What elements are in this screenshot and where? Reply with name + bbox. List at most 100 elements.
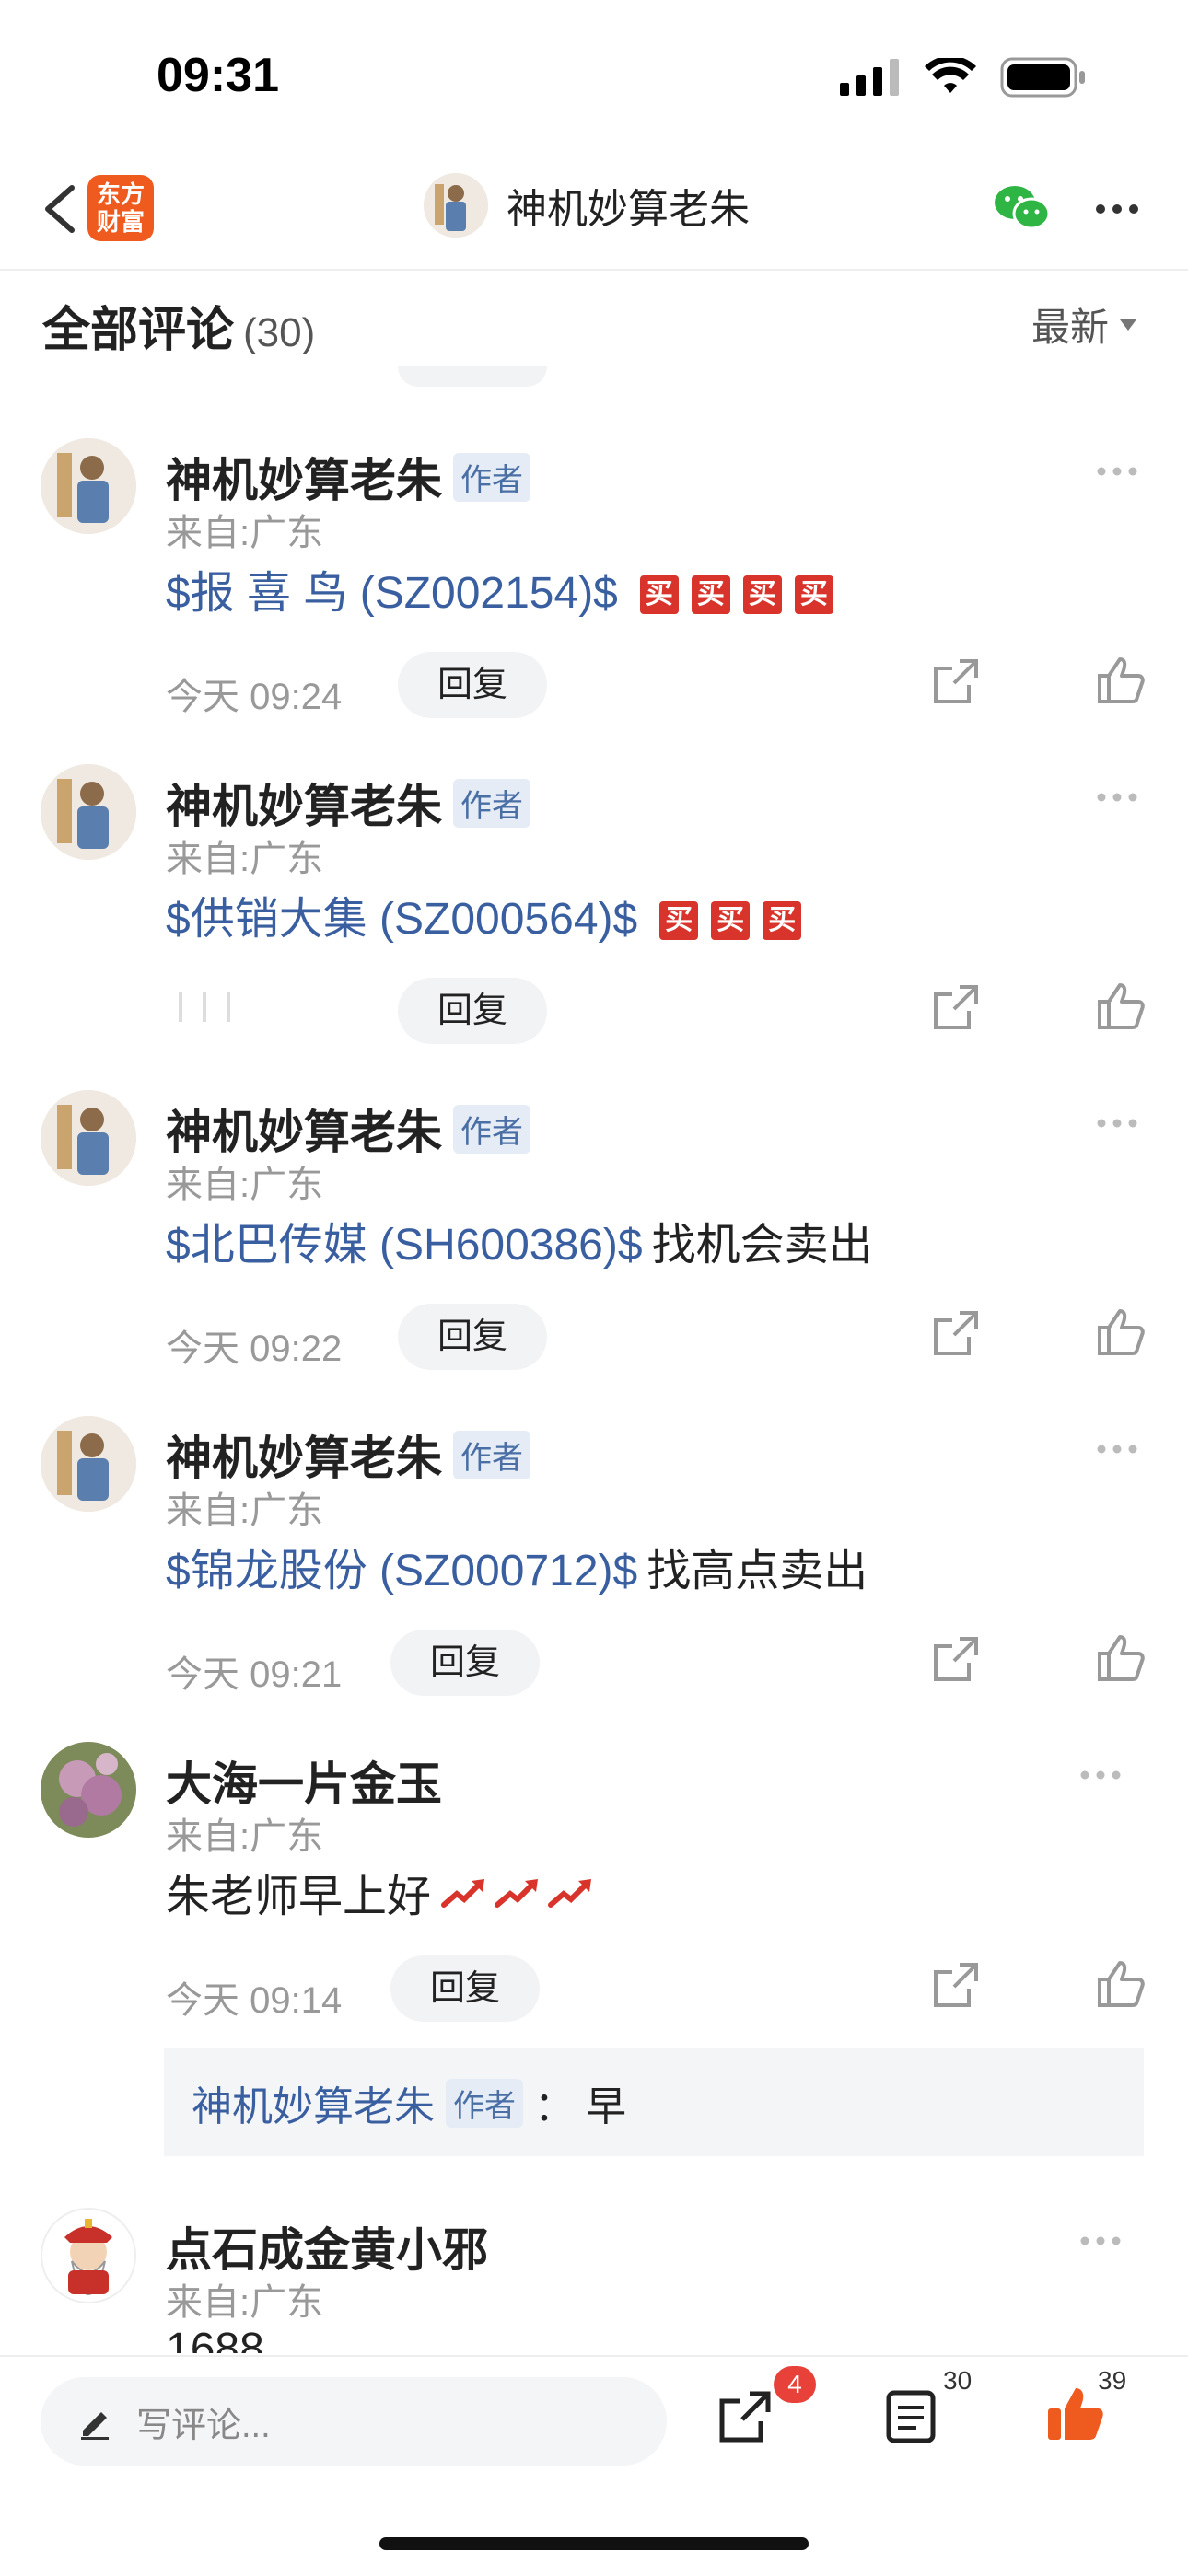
- user-avatar[interactable]: [41, 1742, 136, 1838]
- buy-emoji-group: 买买买: [646, 889, 802, 940]
- stock-link[interactable]: $锦龙股份 (SZ000712)$: [166, 1534, 637, 1598]
- reply-button[interactable]: 回复: [398, 652, 547, 718]
- author-avatar[interactable]: [41, 438, 136, 534]
- comments-count: (30): [243, 310, 316, 355]
- comment-content: $报 喜 鸟 (SZ002154)$ 买买买买: [166, 556, 833, 621]
- comment-location: 来自:广东: [166, 839, 324, 879]
- thumbs-up-icon[interactable]: [1096, 1959, 1146, 2009]
- nav-bar: 东方 财富 神机妙算老朱: [0, 147, 1188, 271]
- comment-username[interactable]: 大海一片金玉: [166, 1747, 442, 1814]
- comment-time: 今天 09:24: [166, 677, 343, 717]
- reply-button[interactable]: 回复: [398, 978, 547, 1044]
- comment-text: 找机会卖出: [651, 1221, 873, 1270]
- comment-username[interactable]: 神机妙算老朱 作者: [166, 770, 530, 836]
- comments-title: 全部评论: [42, 304, 235, 357]
- comment-content: 1688: [166, 2324, 264, 2353]
- thumbs-up-icon[interactable]: [1096, 656, 1146, 705]
- share-count-badge: 4: [774, 2366, 816, 2403]
- share-icon[interactable]: [932, 1961, 980, 2009]
- share-icon[interactable]: [932, 1309, 980, 1357]
- comment-more-icon[interactable]: [1096, 466, 1138, 477]
- author-avatar[interactable]: [41, 1416, 136, 1512]
- nav-title: 神机妙算老朱: [507, 187, 750, 232]
- buy-emoji-group: 买买买买: [627, 563, 833, 614]
- thumbs-up-icon[interactable]: [1096, 1633, 1146, 1683]
- comment-more-icon[interactable]: [1079, 2235, 1122, 2246]
- comment-location: 来自:广东: [166, 1165, 324, 1205]
- comment-username[interactable]: 神机妙算老朱 作者: [166, 444, 530, 510]
- reply-button[interactable]: 回复: [390, 1955, 540, 2022]
- rising-arrow-icon: [441, 1879, 485, 1908]
- author-tag: 作者: [453, 1430, 530, 1479]
- caret-down-icon: [1120, 319, 1136, 331]
- stock-link[interactable]: $报 喜 鸟 (SZ002154)$: [166, 556, 618, 621]
- comment-username[interactable]: 神机妙算老朱 作者: [166, 1421, 530, 1488]
- buy-emoji: 买: [794, 574, 833, 614]
- buy-emoji: 买: [659, 900, 699, 940]
- author-avatar[interactable]: [41, 1090, 136, 1186]
- status-icons: [840, 57, 1087, 98]
- comment-time: 今天 09:21: [166, 1654, 343, 1695]
- share-icon[interactable]: [718, 2390, 772, 2443]
- signal-icon: [840, 59, 899, 96]
- author-avatar[interactable]: [41, 764, 136, 860]
- comment-more-icon[interactable]: [1096, 792, 1138, 803]
- comment-content: $供销大集 (SZ000564)$ 买买买: [166, 882, 802, 946]
- share-icon[interactable]: [932, 657, 980, 705]
- share-icon[interactable]: [932, 983, 980, 1031]
- rising-arrow-icon: [548, 1879, 592, 1908]
- stock-link[interactable]: $供销大集 (SZ000564)$: [166, 882, 637, 946]
- thumbs-up-filled-icon[interactable]: [1046, 2385, 1105, 2443]
- sub-reply-separator: ：: [534, 2084, 575, 2129]
- wifi-icon: [925, 58, 976, 93]
- author-tag: 作者: [446, 2078, 523, 2128]
- comment-more-icon[interactable]: [1079, 1770, 1122, 1781]
- comment-location: 来自:广东: [166, 1491, 324, 1531]
- comment-more-icon[interactable]: [1096, 1444, 1138, 1455]
- eastmoney-logo[interactable]: 东方 财富: [87, 175, 154, 241]
- home-indicator: [379, 2537, 809, 2550]
- wechat-icon[interactable]: [993, 184, 1050, 232]
- like-count: 39: [1098, 2366, 1127, 2395]
- battery-icon: [1000, 57, 1085, 98]
- author-tag: 作者: [453, 452, 530, 502]
- comment-content: $锦龙股份 (SZ000712)$ 找高点卖出: [166, 1534, 868, 1598]
- comment-text: 找高点卖出: [646, 1547, 868, 1595]
- buy-emoji: 买: [742, 574, 782, 614]
- share-icon[interactable]: [932, 1635, 980, 1683]
- nav-author[interactable]: 神机妙算老朱: [424, 173, 750, 238]
- sort-dropdown[interactable]: 最新: [1031, 296, 1136, 353]
- comment-list-icon[interactable]: [886, 2390, 936, 2443]
- rising-arrow-emoji-group: [440, 1874, 595, 1910]
- thumbs-up-icon[interactable]: [1096, 1307, 1146, 1357]
- back-chevron-icon[interactable]: [35, 177, 90, 241]
- reply-button[interactable]: 回复: [398, 1304, 547, 1370]
- reply-button[interactable]: 回复: [390, 1630, 540, 1696]
- comment-location: 来自:广东: [166, 1816, 324, 1857]
- buy-emoji: 买: [691, 574, 730, 614]
- comment-text: 1688: [166, 2325, 264, 2353]
- comment-time: 今天 09:22: [166, 1329, 343, 1369]
- comment-username[interactable]: 神机妙算老朱 作者: [166, 1096, 530, 1162]
- loading-placeholder: [175, 989, 239, 1030]
- sub-reply-text: 早: [586, 2084, 626, 2129]
- thumbs-up-icon[interactable]: [1096, 981, 1146, 1031]
- author-tag: 作者: [453, 778, 530, 828]
- comment-input-placeholder: 写评论...: [136, 2406, 271, 2445]
- status-time: 09:31: [157, 49, 279, 102]
- buy-emoji: 买: [711, 900, 751, 940]
- sub-reply[interactable]: 神机妙算老朱 作者 ： 早: [164, 2048, 1144, 2156]
- author-tag: 作者: [453, 1104, 530, 1154]
- comments-header: 全部评论 (30): [42, 291, 315, 360]
- comment-content: $北巴传媒 (SH600386)$ 找机会卖出: [166, 1208, 873, 1272]
- comment-content: 朱老师早上好: [166, 1860, 595, 1924]
- author-avatar: [424, 173, 488, 238]
- sub-reply-username[interactable]: 神机妙算老朱: [192, 2073, 435, 2132]
- more-icon[interactable]: [1094, 203, 1140, 215]
- user-avatar[interactable]: [41, 2208, 136, 2303]
- comment-more-icon[interactable]: [1096, 1118, 1138, 1129]
- comment-username[interactable]: 点石成金黄小邪: [166, 2213, 488, 2280]
- comment-input[interactable]: 写评论...: [41, 2377, 667, 2466]
- comment-item: 点石成金黄小邪 来自:广东 1688: [0, 2208, 1188, 2353]
- stock-link[interactable]: $北巴传媒 (SH600386)$: [166, 1208, 643, 1272]
